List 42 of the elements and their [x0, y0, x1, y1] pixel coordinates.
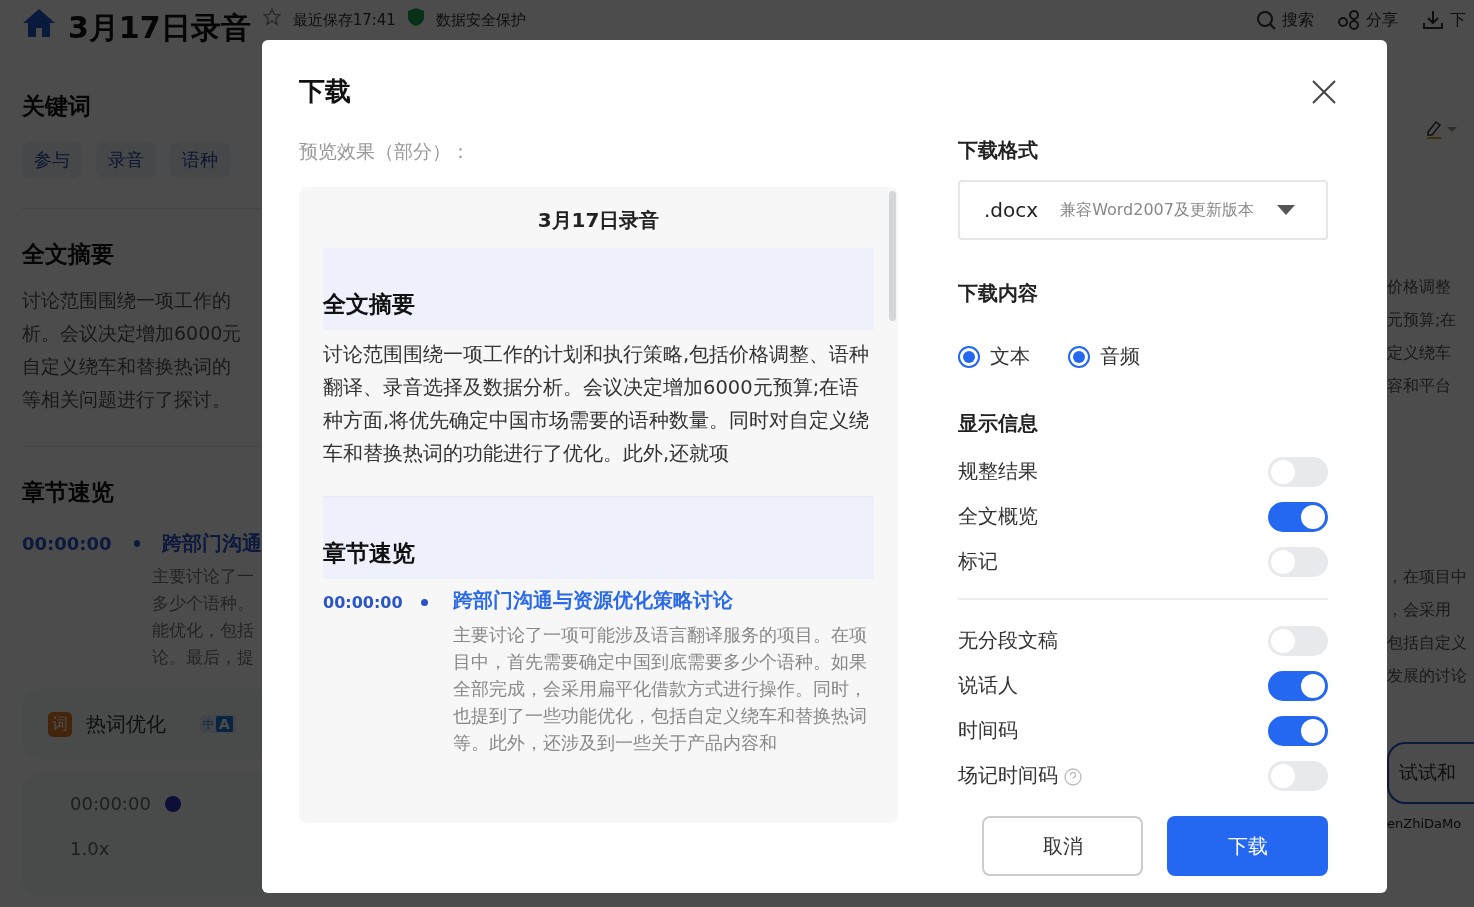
dialog-title: 下载: [299, 75, 351, 108]
option-label: 说话人: [958, 672, 1018, 699]
content-option[interactable]: 音频: [1068, 343, 1140, 370]
chapter-summary: 主要讨论了一项可能涉及语言翻译服务的项目。在项目中，首先需要确定中国到底需要多少个语种。如果全部完成，会采用扁平化借款方式进行操作。同时，也提到了一些功能优化，包括自定义绕车和替换热词等。此外，还涉及到一些关于产品内容和: [453, 624, 868, 755]
download-button[interactable]: 下载: [1167, 816, 1328, 876]
toggle-switch[interactable]: [1268, 501, 1328, 532]
option-label: 时间码: [958, 717, 1018, 744]
chapter-title[interactable]: 跨部门沟通: [162, 530, 262, 557]
document-title: 3月17日录音: [68, 9, 251, 47]
option-label: 全文概览: [958, 503, 1038, 530]
section-heading: 全文摘要: [22, 240, 115, 269]
display-label: 显示信息: [958, 410, 1039, 437]
security-label: 数据安全保护: [435, 10, 526, 31]
preview-label: 预览效果（部分）：: [299, 139, 471, 164]
preview-title: 3月17日录音: [536, 207, 661, 234]
option-label: 规整结果: [958, 458, 1038, 485]
format-select[interactable]: .docx 兼容Word2007及更新版本: [958, 180, 1328, 240]
caret-icon: [1275, 204, 1296, 216]
content-option[interactable]: 文本: [958, 343, 1030, 370]
bullet-dot: [420, 598, 428, 606]
radio-icon[interactable]: [1068, 345, 1090, 368]
chapter-time: 00:00:00: [323, 592, 403, 612]
section-heading: 关键词: [22, 92, 92, 121]
chapter-title: 跨部门沟通与资源优化策略讨论: [453, 587, 734, 614]
content-label: 下载内容: [958, 280, 1039, 307]
radio-icon[interactable]: [958, 345, 980, 368]
help-icon[interactable]: [1064, 766, 1082, 785]
save-status: 最近保存17:41: [292, 10, 396, 31]
toggle-switch[interactable]: [1268, 715, 1328, 746]
option-label: 标记: [958, 548, 998, 575]
summary-paragraph: 讨论范围围绕一项工作的计划和执行策略,包括价格调整、语种翻译、录音选择及数据分析。会议决定增加6000元预算;在语种方面,将优先确定中国市场需要的语种数量。同时对自定义绕车和替换热词的功能进行了优化。此外,还就项: [323, 342, 871, 467]
section-heading: 章节速览: [323, 497, 874, 579]
section-heading: 章节速览: [22, 478, 115, 507]
option-label: 无分段文稿: [958, 627, 1058, 654]
scrollbar-thumb[interactable]: [889, 191, 896, 321]
cancel-button[interactable]: 取消: [982, 816, 1144, 876]
close-button[interactable]: [1311, 78, 1337, 105]
toggle-switch[interactable]: [1268, 670, 1328, 701]
chapter-time[interactable]: 00:00:00: [22, 533, 112, 554]
format-label: 下载格式: [958, 137, 1039, 164]
option-label: 场记时间码: [958, 762, 1082, 789]
section-heading: 全文摘要: [323, 248, 874, 330]
